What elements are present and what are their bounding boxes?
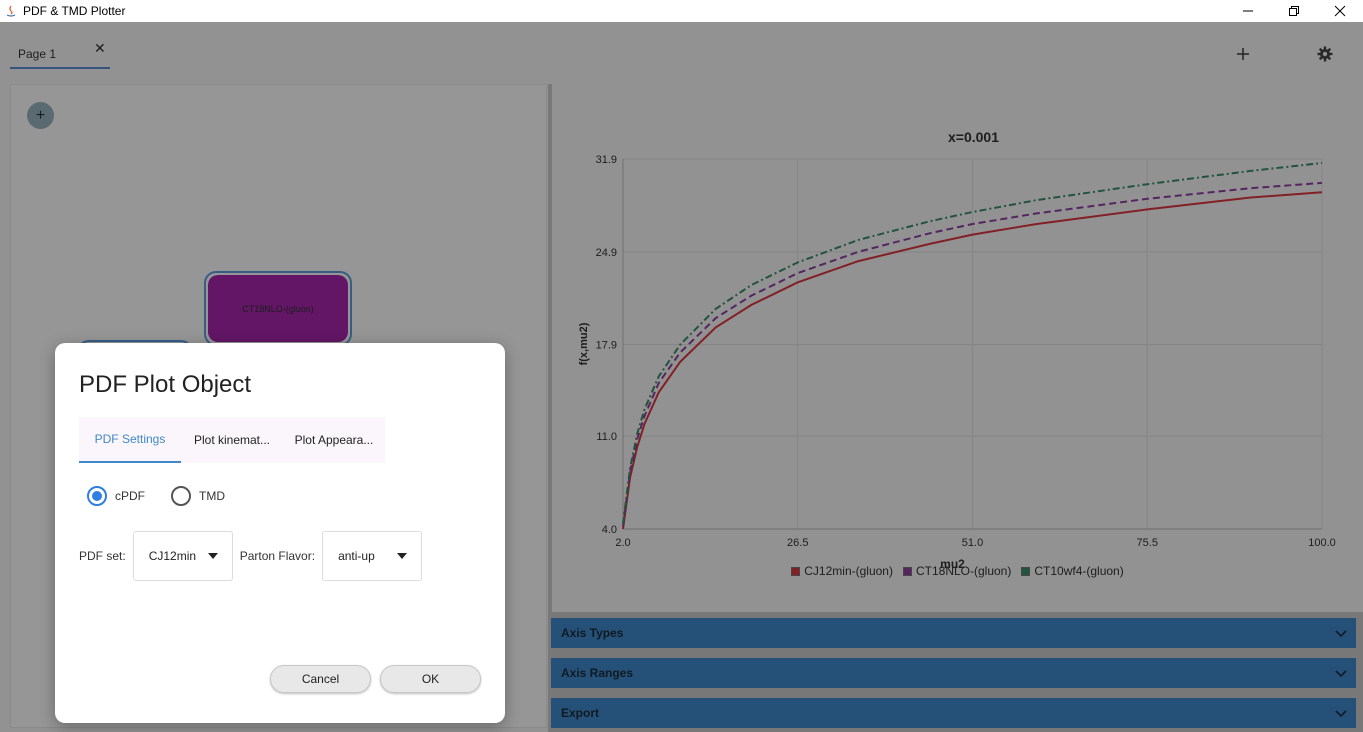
- parton-flavor-value: anti-up: [338, 549, 375, 563]
- dropdown-arrow-icon: [397, 553, 408, 559]
- title-bar: PDF & TMD Plotter: [0, 0, 1363, 22]
- pdf-form-row: PDF set: CJ12min Parton Flavor: anti-up: [79, 531, 429, 581]
- pdf-set-select[interactable]: CJ12min: [132, 531, 233, 581]
- radio-tmd-label: TMD: [199, 489, 225, 503]
- ok-button[interactable]: OK: [380, 665, 481, 693]
- dropdown-arrow-icon: [207, 553, 218, 559]
- parton-flavor-select[interactable]: anti-up: [322, 531, 423, 581]
- pdf-set-value: CJ12min: [148, 549, 197, 563]
- tab-plot-appearance[interactable]: Plot Appeara...: [283, 417, 385, 463]
- pdf-set-label: PDF set:: [79, 549, 126, 563]
- tab-pdf-settings[interactable]: PDF Settings: [79, 417, 181, 463]
- parton-flavor-label: Parton Flavor:: [239, 549, 316, 563]
- restore-button[interactable]: [1271, 0, 1317, 22]
- pdf-plot-object-dialog: PDF Plot Object PDF Settings Plot kinema…: [55, 343, 505, 723]
- radio-cpdf-label: cPDF: [115, 489, 145, 503]
- close-window-button[interactable]: [1317, 0, 1363, 22]
- close-icon: [1334, 5, 1346, 17]
- window-title: PDF & TMD Plotter: [23, 4, 126, 18]
- restore-icon: [1289, 6, 1299, 16]
- radio-cpdf[interactable]: [87, 486, 107, 506]
- cancel-button[interactable]: Cancel: [270, 665, 371, 693]
- tab-plot-kinematics[interactable]: Plot kinemat...: [181, 417, 283, 463]
- minimize-icon: [1243, 10, 1253, 12]
- minimize-button[interactable]: [1225, 0, 1271, 22]
- dialog-tabs: PDF Settings Plot kinemat... Plot Appear…: [79, 417, 385, 463]
- pdf-type-radio-group: cPDF TMD: [87, 486, 225, 506]
- java-app-icon: [4, 4, 18, 18]
- dialog-title: PDF Plot Object: [79, 371, 252, 398]
- radio-tmd[interactable]: [171, 486, 191, 506]
